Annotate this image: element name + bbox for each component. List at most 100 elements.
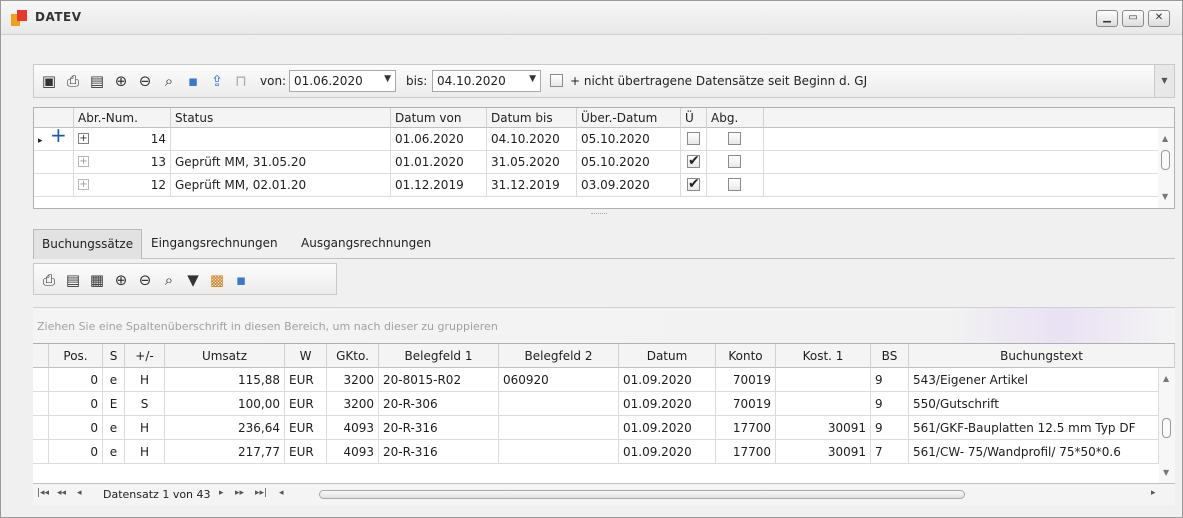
header-umsatz[interactable]: Umsatz	[165, 344, 285, 368]
include-untransferred-label: + nicht übertragene Datensätze seit Begi…	[570, 74, 868, 88]
find-icon[interactable]: ⌕	[160, 72, 178, 90]
header-s[interactable]: S	[103, 344, 125, 368]
header-w[interactable]: W	[285, 344, 327, 368]
tab-eingangsrechnungen[interactable]: Eingangsrechnungen	[143, 229, 286, 259]
chevron-down-icon[interactable]: ▼	[529, 74, 536, 84]
header-abr-num[interactable]: Abr.-Num.	[74, 108, 171, 128]
horizontal-scroll-thumb[interactable]	[319, 490, 965, 499]
print-icon[interactable]: ⎙	[64, 72, 82, 90]
header-datum-bis[interactable]: Datum bis	[487, 108, 577, 128]
chevron-down-icon[interactable]: ▼	[384, 74, 391, 84]
header-konto[interactable]: Konto	[716, 344, 776, 368]
header-pos[interactable]: Pos.	[49, 344, 103, 368]
help-icon[interactable]: ▪	[232, 271, 250, 289]
table-row[interactable]: 0 e H 115,88 EUR 3200 20-8015-R02 060920…	[33, 368, 1175, 392]
expand-icon[interactable]: +	[78, 156, 89, 167]
table-row[interactable]: 0 e H 236,64 EUR 4093 20-R-316 01.09.202…	[33, 416, 1175, 440]
table-row[interactable]: ▸ + +14 01.06.2020 04.10.2020 05.10.2020	[34, 123, 1174, 151]
header-plus-minus[interactable]: +/-	[125, 344, 165, 368]
grid-settings-icon[interactable]: ▩	[208, 271, 226, 289]
cell-belegfeld2	[499, 416, 619, 440]
zoom-out-icon[interactable]: ⊖	[136, 72, 154, 90]
cell-buchungstext: 561/GKF-Bauplatten 12.5 mm Typ DF	[909, 416, 1159, 440]
splitter-handle[interactable]	[591, 213, 607, 216]
preview-icon[interactable]: ▤	[64, 271, 82, 289]
abg-checkbox[interactable]	[728, 155, 741, 168]
u-checkbox[interactable]	[687, 132, 700, 145]
abg-checkbox[interactable]	[728, 132, 741, 145]
header-kost1[interactable]: Kost. 1	[776, 344, 871, 368]
lock-icon[interactable]: ⊓	[232, 72, 250, 90]
help-icon[interactable]: ▪	[184, 72, 202, 90]
header-belegfeld1[interactable]: Belegfeld 1	[379, 344, 499, 368]
find-icon[interactable]: ⌕	[160, 271, 178, 289]
vertical-scrollbar[interactable]: ▲ ▼	[1158, 128, 1174, 208]
group-by-panel[interactable]: Ziehen Sie eine Spaltenüberschrift in di…	[33, 307, 1175, 343]
cell-umsatz: 217,77	[165, 440, 285, 464]
row-indicator	[33, 416, 49, 440]
include-untransferred-checkbox[interactable]	[550, 74, 563, 87]
scroll-right-icon[interactable]: ▸	[1151, 488, 1156, 498]
to-date-picker[interactable]: 04.10.2020 ▼	[432, 70, 541, 92]
header-bs[interactable]: BS	[871, 344, 909, 368]
window-title: DATEV	[35, 10, 82, 24]
cell-datum: 01.09.2020	[619, 440, 716, 464]
group-hint: Ziehen Sie eine Spaltenüberschrift in di…	[37, 320, 498, 333]
save-icon[interactable]: ▣	[40, 72, 58, 90]
close-button[interactable]: ✕	[1148, 10, 1170, 27]
to-label: bis:	[406, 74, 428, 88]
zoom-in-icon[interactable]: ⊕	[112, 271, 130, 289]
header-ueber-datum[interactable]: Über.-Datum	[577, 108, 681, 128]
from-date-value: 01.06.2020	[294, 74, 363, 88]
tab-ausgangsrechnungen[interactable]: Ausgangsrechnungen	[293, 229, 439, 259]
last-record-icon[interactable]: ▸▸|	[255, 488, 267, 498]
prev-page-icon[interactable]: ◂◂	[57, 488, 66, 498]
tab-strip: Buchungssätze Eingangsrechnungen Ausgang…	[33, 229, 1175, 259]
expand-icon[interactable]: +	[78, 133, 89, 144]
table-row[interactable]: 0 e H 217,77 EUR 4093 20-R-316 01.09.202…	[33, 440, 1175, 464]
abg-checkbox[interactable]	[728, 178, 741, 191]
columns-icon[interactable]: ▦	[88, 271, 106, 289]
tab-buchungssaetze[interactable]: Buchungssätze	[33, 229, 143, 259]
cell-belegfeld1: 20-R-316	[379, 416, 499, 440]
prev-record-icon[interactable]: ◂	[77, 488, 82, 498]
toolbar-overflow-button[interactable]: ▼	[1154, 65, 1174, 97]
print-icon[interactable]: ⎙	[40, 271, 58, 289]
first-record-icon[interactable]: |◂◂	[37, 488, 49, 498]
header-gkto[interactable]: GKto.	[327, 344, 379, 368]
header-status[interactable]: Status	[171, 108, 391, 128]
minimize-button[interactable]: ▁	[1096, 10, 1118, 27]
cell-bs: 9	[871, 392, 909, 416]
maximize-button[interactable]: ▭	[1122, 10, 1144, 27]
zoom-in-icon[interactable]: ⊕	[112, 72, 130, 90]
expand-icon[interactable]: +	[78, 179, 89, 190]
next-record-icon[interactable]: ▸	[219, 488, 224, 498]
preview-icon[interactable]: ▤	[88, 72, 106, 90]
cell-belegfeld2	[499, 392, 619, 416]
header-abg[interactable]: Abg.	[707, 108, 764, 128]
cell-s: e	[103, 416, 125, 440]
u-checkbox[interactable]	[687, 153, 700, 169]
cell-pos: 0	[49, 440, 103, 464]
table-row[interactable]: 0 E S 100,00 EUR 3200 20-R-306 01.09.202…	[33, 392, 1175, 416]
from-date-picker[interactable]: 01.06.2020 ▼	[289, 70, 396, 92]
cell-umsatz: 236,64	[165, 416, 285, 440]
filter-icon[interactable]: ▼	[184, 271, 202, 289]
export-icon[interactable]: ⇪	[208, 72, 226, 90]
table-row[interactable]: +12 Geprüft MM, 02.01.20 01.12.2019 31.1…	[34, 174, 1174, 197]
header-datum-von[interactable]: Datum von	[391, 108, 487, 128]
header-buchungstext[interactable]: Buchungstext	[909, 344, 1175, 368]
scroll-left-icon[interactable]: ◂	[279, 488, 284, 498]
header-belegfeld2[interactable]: Belegfeld 2	[499, 344, 619, 368]
next-page-icon[interactable]: ▸▸	[235, 488, 244, 498]
header-datum[interactable]: Datum	[619, 344, 716, 368]
vertical-scrollbar[interactable]: ▲ ▼	[1159, 368, 1175, 483]
cell-num: 14	[150, 132, 166, 146]
cell-belegfeld2: 060920	[499, 368, 619, 392]
row-indicator	[33, 368, 49, 392]
header-u[interactable]: Ü	[681, 108, 707, 128]
table-row[interactable]: +13 Geprüft MM, 31.05.20 01.01.2020 31.0…	[34, 151, 1174, 174]
u-checkbox[interactable]	[687, 176, 700, 192]
zoom-out-icon[interactable]: ⊖	[136, 271, 154, 289]
cell-from: 01.06.2020	[391, 128, 487, 151]
